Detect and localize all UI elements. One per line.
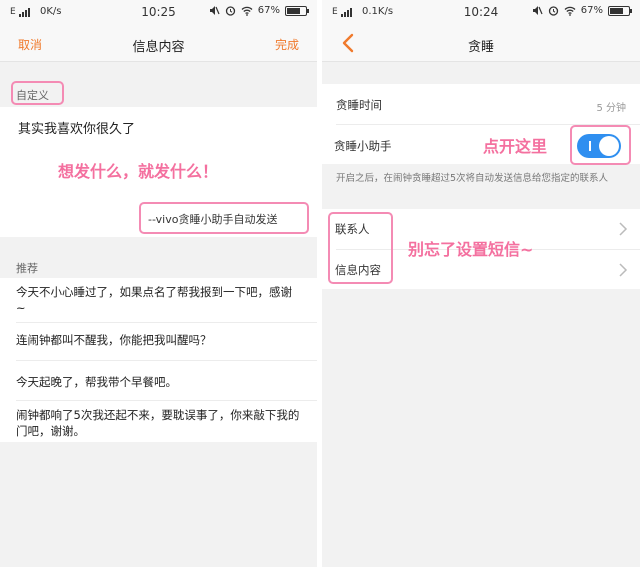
- divider: [16, 360, 317, 361]
- assistant-hint-text: 开启之后，在闹钟贪睡超过5次将自动发送信息给您指定的联系人: [336, 173, 609, 184]
- wifi-icon: [564, 6, 576, 16]
- snooze-time-row[interactable]: 贪睡时间 5 分钟: [322, 84, 640, 124]
- recommend-item[interactable]: 今天不小心睡过了，如果点名了帮我报到一下吧，感谢~: [16, 284, 301, 316]
- page-title: 信息内容: [132, 40, 185, 55]
- done-button[interactable]: 完成: [275, 36, 299, 53]
- divider: [16, 322, 317, 323]
- battery-percent: 67%: [580, 5, 603, 16]
- snooze-assistant-label: 贪睡小助手: [334, 139, 392, 153]
- highlight-box-signature: [139, 202, 309, 234]
- battery-icon: [285, 5, 309, 16]
- alarm-icon: [225, 6, 235, 16]
- highlight-box-sms: [328, 212, 393, 284]
- recommend-item[interactable]: 连闹钟都叫不醒我，你能把我叫醒吗？: [16, 332, 301, 348]
- status-bar: E 0.1K/s 10:24 67%: [322, 0, 640, 26]
- custom-message-text[interactable]: 其实我喜欢你很久了: [18, 118, 135, 137]
- snooze-time-value: 5 分钟: [596, 103, 626, 114]
- page-title: 贪睡: [467, 40, 494, 55]
- mute-icon: [209, 6, 220, 15]
- message-content-screen: E 0K/s 10:25 67% 取消 信息内容 完成 自定义 其实我喜欢你很久…: [0, 0, 317, 567]
- highlight-box-toggle: [570, 125, 631, 165]
- recommend-item[interactable]: 今天起晚了，帮我带个早餐吧。: [16, 374, 301, 390]
- battery-percent: 67%: [257, 5, 280, 16]
- wifi-icon: [241, 6, 253, 16]
- chevron-right-icon: [619, 222, 628, 236]
- status-bar: E 0K/s 10:25 67%: [0, 0, 317, 26]
- recommend-section-label: 推荐: [16, 262, 38, 275]
- snooze-time-label: 贪睡时间: [336, 98, 382, 112]
- mute-icon: [532, 6, 543, 15]
- recommend-item[interactable]: 闹钟都响了5次我还起不来，要耽误事了，你来敲下我的门吧，谢谢。: [16, 407, 301, 439]
- annotation-set-sms: 别忘了设置短信~: [408, 240, 534, 259]
- alarm-icon: [548, 6, 558, 16]
- annotation-free-text: 想发什么，就发什么！: [58, 162, 219, 181]
- chevron-right-icon: [619, 263, 628, 277]
- annotation-tap-here: 点开这里: [483, 137, 548, 156]
- divider: [16, 400, 317, 401]
- snooze-settings-screen: E 0.1K/s 10:24 67% 贪睡 贪睡时间 5 分钟 贪睡小助手 点开…: [322, 0, 640, 567]
- nav-bar: 贪睡: [322, 26, 640, 62]
- nav-bar: 取消 信息内容 完成: [0, 26, 317, 62]
- battery-icon: [608, 5, 632, 16]
- highlight-box-custom: [11, 81, 64, 105]
